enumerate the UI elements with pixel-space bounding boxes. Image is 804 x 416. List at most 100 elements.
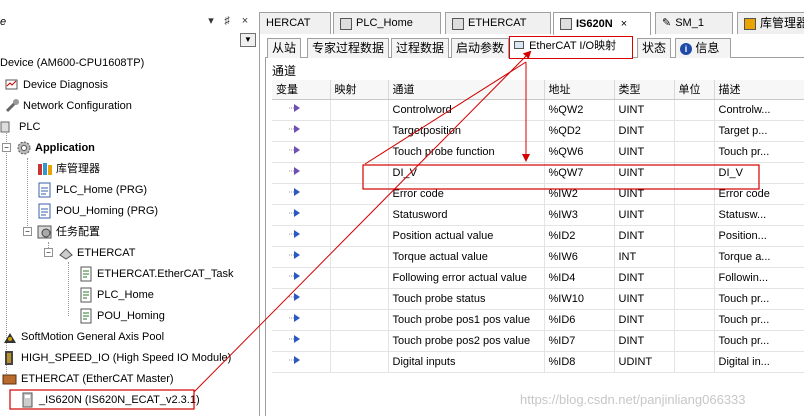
mapping-cell[interactable] — [330, 141, 389, 163]
tab-startup-parameters[interactable]: 启动参数 — [451, 38, 510, 58]
description-cell: Touch pr... — [714, 309, 804, 331]
tree-item-pou-homing[interactable]: POU_Homing (PRG) — [37, 201, 158, 221]
table-row[interactable]: Touch probe pos1 pos value %ID6 DINT Touch … — [272, 309, 804, 331]
mapping-cell[interactable] — [330, 267, 389, 289]
tree-dropdown-button[interactable]: ▼ — [240, 33, 256, 47]
tree-item-ethercat-task-call[interactable]: ETHERCAT.EtherCAT_Task — [78, 264, 234, 284]
tree-item-device-diagnosis[interactable]: Device Diagnosis — [4, 75, 108, 95]
variable-cell[interactable] — [272, 267, 331, 289]
tree-item-is620n[interactable]: _IS620N (IS620N_ECAT_v2.3.1) — [20, 390, 200, 410]
tab-expert-process-data[interactable]: 专家过程数据 — [307, 38, 390, 58]
column-header-variable[interactable]: 变量 — [272, 80, 331, 100]
pane-menu-button[interactable]: ▾ — [204, 14, 218, 28]
tree-item-plc-home-call[interactable]: PLC_Home — [78, 285, 154, 305]
tab-sm-1[interactable]: ✎ SM_1 — [655, 12, 733, 34]
table-row[interactable]: Digital inputs %ID8 UDINT Digital in... — [272, 351, 804, 373]
pin-icon[interactable]: ♯ — [220, 14, 234, 28]
column-header-unit[interactable]: 单位 — [674, 80, 715, 100]
tab-info[interactable]: i 信息 — [675, 38, 731, 58]
mapping-cell[interactable] — [330, 204, 389, 226]
mapping-cell[interactable] — [330, 330, 389, 352]
unit-cell — [674, 288, 715, 310]
table-row[interactable]: Position actual value %ID2 DINT Position... — [272, 225, 804, 247]
tree-item-ethercat-master[interactable]: ETHERCAT (EtherCAT Master) — [2, 369, 174, 389]
table-row[interactable]: Statusword %IW3 UINT Statusw... — [272, 204, 804, 226]
tree-item-plc[interactable]: PLC — [0, 117, 40, 137]
tab-ethercat[interactable]: ETHERCAT — [445, 12, 551, 34]
tree-item-label: 库管理器 — [56, 163, 100, 175]
description-cell: Touch pr... — [714, 330, 804, 352]
tree-item-plc-home[interactable]: PLC_Home (PRG) — [37, 180, 147, 200]
tab-plc-home[interactable]: PLC_Home — [333, 12, 441, 34]
variable-cell[interactable] — [272, 309, 331, 331]
table-row[interactable]: Controlword %QW2 UINT Controlw... — [272, 99, 804, 121]
table-row[interactable]: DI_V %QW7 UINT DI_V — [272, 162, 804, 184]
table-row[interactable]: Touch probe status %IW10 UINT Touch pr... — [272, 288, 804, 310]
table-row[interactable]: Error code %IW2 UINT Error code — [272, 183, 804, 205]
variable-cell[interactable] — [272, 330, 331, 352]
variable-cell[interactable] — [272, 204, 331, 226]
variable-cell[interactable] — [272, 351, 331, 373]
column-header-mapping[interactable]: 映射 — [330, 80, 389, 100]
address-cell: %ID2 — [544, 225, 615, 247]
tree-item-high-speed-io[interactable]: HIGH_SPEED_IO (High Speed IO Module) — [2, 348, 231, 368]
mapping-cell[interactable] — [330, 162, 389, 184]
collapse-toggle[interactable]: − — [23, 227, 32, 236]
tree-item-library-manager[interactable]: 库管理器 — [37, 159, 100, 179]
mapping-cell[interactable] — [330, 309, 389, 331]
tree-item-softmotion-axis-pool[interactable]: SoftMotion General Axis Pool — [2, 327, 164, 347]
tab-slave[interactable]: 从站 — [267, 38, 302, 58]
mapping-cell[interactable] — [330, 120, 389, 142]
mapping-cell[interactable] — [330, 99, 389, 121]
tree-item-device[interactable]: Device (AM600-CPU1608TP) — [0, 53, 144, 73]
tree-item-network-configuration[interactable]: Network Configuration — [4, 96, 132, 116]
table-row[interactable]: Following error actual value %ID4 DINT Foll… — [272, 267, 804, 289]
tab-ethercat-left[interactable]: HERCAT — [259, 12, 331, 34]
mapping-cell[interactable] — [330, 183, 389, 205]
collapse-toggle[interactable]: − — [44, 248, 53, 257]
close-pane-button[interactable]: × — [238, 14, 252, 28]
mapping-cell[interactable] — [330, 246, 389, 268]
tab-status[interactable]: 状态 — [637, 38, 672, 58]
table-header-row: 变量 映射 通道 地址 类型 单位 描述 — [272, 80, 804, 100]
output-channel-icon — [288, 144, 302, 156]
tab-process-data[interactable]: 过程数据 — [391, 38, 450, 58]
input-channel-icon — [288, 291, 302, 303]
io-mapping-panel: 通道 变量 映射 通道 地址 类型 单位 描述 Controlword %QW2 U… — [265, 58, 804, 416]
tab-ethercat-io-mapping[interactable]: EtherCAT I/O映射 — [509, 36, 633, 59]
variable-cell[interactable] — [272, 225, 331, 247]
mapping-cell[interactable] — [330, 288, 389, 310]
unit-cell — [674, 120, 715, 142]
table-row[interactable]: Touch probe pos2 pos value %ID7 DINT Touch … — [272, 330, 804, 352]
variable-cell[interactable] — [272, 246, 331, 268]
variable-cell[interactable] — [272, 288, 331, 310]
table-row[interactable]: Touch probe function %QW6 UINT Touch pr... — [272, 141, 804, 163]
type-cell: UDINT — [614, 351, 675, 373]
column-header-channel[interactable]: 通道 — [388, 80, 545, 100]
collapse-toggle[interactable]: − — [2, 143, 11, 152]
variable-cell[interactable] — [272, 99, 331, 121]
column-header-type[interactable]: 类型 — [614, 80, 675, 100]
mapping-cell[interactable] — [330, 225, 389, 247]
tab-library-manager[interactable]: 库管理器 — [737, 12, 804, 34]
table-row[interactable]: Torque actual value %IW6 INT Torque a... — [272, 246, 804, 268]
tree-item-ethercat-task[interactable]: ETHERCAT — [58, 243, 135, 263]
column-header-address[interactable]: 地址 — [544, 80, 615, 100]
variable-cell[interactable] — [272, 120, 331, 142]
table-row[interactable]: Targetposition %QD2 DINT Target p... — [272, 120, 804, 142]
tab-is620n[interactable]: IS620N × — [553, 12, 651, 35]
input-channel-icon — [288, 249, 302, 261]
column-header-description[interactable]: 描述 — [714, 80, 804, 100]
close-tab-icon[interactable]: × — [621, 14, 627, 35]
tree-item-application[interactable]: Application — [16, 138, 95, 158]
tree-item-task-configuration[interactable]: 任务配置 — [37, 222, 100, 242]
variable-cell[interactable] — [272, 141, 331, 163]
mapping-cell[interactable] — [330, 351, 389, 373]
servo-drive-icon — [20, 392, 36, 408]
channel-cell: Touch probe pos2 pos value — [388, 330, 545, 352]
output-channel-icon — [288, 102, 302, 114]
variable-cell[interactable] — [272, 183, 331, 205]
tree-item-pou-homing-call[interactable]: POU_Homing — [78, 306, 165, 326]
input-channel-icon — [288, 270, 302, 282]
variable-cell[interactable] — [272, 162, 331, 184]
